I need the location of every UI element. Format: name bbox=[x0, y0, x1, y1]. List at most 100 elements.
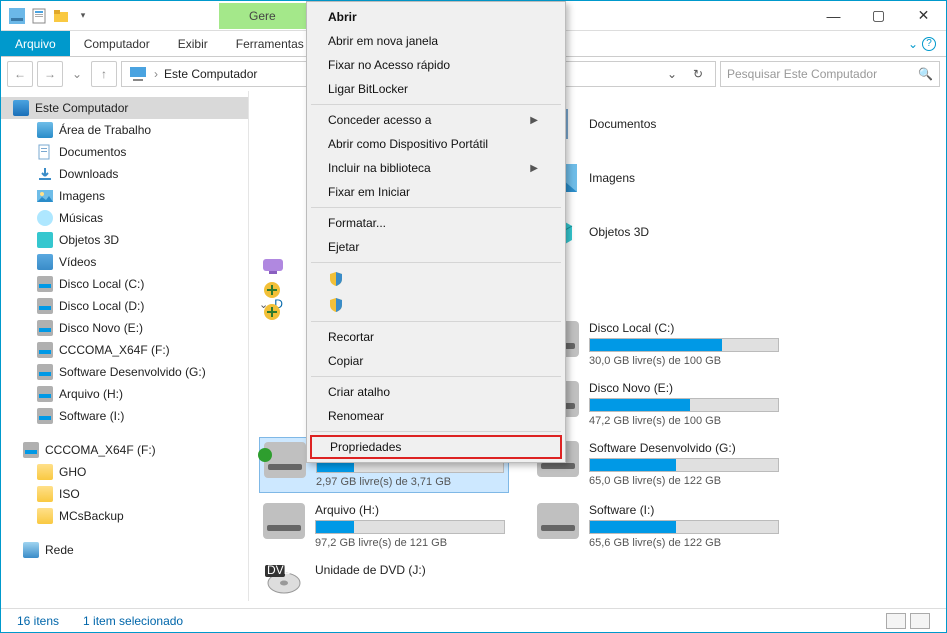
maximize-button[interactable]: ▢ bbox=[856, 1, 901, 31]
navigation-pane[interactable]: Este Computador Área de Trabalho Documen… bbox=[1, 91, 249, 601]
drive-icon bbox=[264, 442, 306, 478]
drive-info: 65,6 GB livre(s) de 122 GB bbox=[589, 537, 779, 549]
refresh-button[interactable]: ↻ bbox=[687, 67, 709, 81]
menu-shield-row[interactable] bbox=[310, 292, 562, 318]
tree-gho[interactable]: GHO bbox=[1, 461, 248, 483]
search-box[interactable]: 🔍 bbox=[720, 61, 940, 87]
forward-button[interactable]: → bbox=[37, 61, 63, 87]
tree-label: ISO bbox=[59, 487, 80, 501]
drive-item[interactable]: DVD Unidade de DVD (J:) bbox=[259, 559, 509, 601]
menu-separator bbox=[311, 207, 561, 208]
properties-qat-icon[interactable] bbox=[29, 6, 49, 26]
tree-desktop[interactable]: Área de Trabalho bbox=[1, 119, 248, 141]
menu-separator bbox=[311, 376, 561, 377]
close-button[interactable]: ✕ bbox=[901, 1, 946, 31]
tree-videos[interactable]: Vídeos bbox=[1, 251, 248, 273]
drive-icon bbox=[37, 364, 53, 380]
back-button[interactable]: ← bbox=[7, 61, 33, 87]
up-button[interactable]: ↑ bbox=[91, 61, 117, 87]
drive-item[interactable]: Software (I:)65,6 GB livre(s) de 122 GB bbox=[533, 499, 783, 553]
tree-documents[interactable]: Documentos bbox=[1, 141, 248, 163]
folder-3dobjects[interactable]: Objetos 3D bbox=[533, 207, 783, 257]
downloads-icon bbox=[37, 166, 53, 182]
tree-downloads[interactable]: Downloads bbox=[1, 163, 248, 185]
tree-drive-h[interactable]: Arquivo (H:) bbox=[1, 383, 248, 405]
tree-drive-i[interactable]: Software (I:) bbox=[1, 405, 248, 427]
tree-label: Este Computador bbox=[35, 101, 128, 115]
new-folder-qat-icon[interactable] bbox=[51, 6, 71, 26]
menu-create-shortcut[interactable]: Criar atalho bbox=[310, 380, 562, 404]
drive-item[interactable]: Arquivo (H:)97,2 GB livre(s) de 121 GB bbox=[259, 499, 509, 553]
tree-label: MCsBackup bbox=[59, 509, 124, 523]
breadcrumb[interactable]: Este Computador bbox=[164, 67, 257, 81]
menu-eject[interactable]: Ejetar bbox=[310, 235, 562, 259]
menu-bitlocker[interactable]: Ligar BitLocker bbox=[310, 77, 562, 101]
drive-item[interactable]: Software Desenvolvido (G:)65,0 GB livre(… bbox=[533, 437, 783, 493]
tree-this-pc[interactable]: Este Computador bbox=[1, 97, 248, 119]
tree-usb-drive[interactable]: CCCOMA_X64F (F:) bbox=[1, 439, 248, 461]
tab-file[interactable]: Arquivo bbox=[1, 31, 70, 56]
menu-pin-start[interactable]: Fixar em Iniciar bbox=[310, 180, 562, 204]
menu-rename[interactable]: Renomear bbox=[310, 404, 562, 428]
drive-item[interactable]: Disco Novo (E:)47,2 GB livre(s) de 100 G… bbox=[533, 377, 783, 431]
drive-name: Unidade de DVD (J:) bbox=[315, 563, 505, 577]
folder-pictures[interactable]: Imagens bbox=[533, 153, 783, 203]
menu-grant-access[interactable]: Conceder acesso a▶ bbox=[310, 108, 562, 132]
tree-label: Software (I:) bbox=[59, 409, 124, 423]
folder-icon bbox=[37, 486, 53, 502]
menu-pin-quickaccess[interactable]: Fixar no Acesso rápido bbox=[310, 53, 562, 77]
ribbon-expand[interactable]: ⌄ ? bbox=[898, 31, 946, 56]
minimize-button[interactable]: — bbox=[811, 1, 856, 31]
drive-icon bbox=[37, 320, 53, 336]
videos-icon bbox=[37, 254, 53, 270]
desktop-icon bbox=[37, 122, 53, 138]
tree-iso[interactable]: ISO bbox=[1, 483, 248, 505]
menu-cut[interactable]: Recortar bbox=[310, 325, 562, 349]
menu-format[interactable]: Formatar... bbox=[310, 211, 562, 235]
tab-view[interactable]: Exibir bbox=[164, 31, 222, 56]
drive-icon bbox=[263, 503, 305, 539]
tree-label: Objetos 3D bbox=[59, 233, 119, 247]
tree-network[interactable]: Rede bbox=[1, 539, 248, 561]
menu-open-portable[interactable]: Abrir como Dispositivo Portátil bbox=[310, 132, 562, 156]
drive-item[interactable]: Disco Local (C:)30,0 GB livre(s) de 100 … bbox=[533, 317, 783, 371]
usb-drive-icon bbox=[23, 442, 39, 458]
tree-label: Músicas bbox=[59, 211, 103, 225]
address-dropdown-icon[interactable]: ⌄ bbox=[661, 67, 683, 81]
tree-pictures[interactable]: Imagens bbox=[1, 185, 248, 207]
drive-name: Software Desenvolvido (G:) bbox=[589, 441, 779, 455]
menu-properties[interactable]: Propriedades bbox=[310, 435, 562, 459]
menu-open[interactable]: Abrir bbox=[310, 5, 562, 29]
tree-drive-g[interactable]: Software Desenvolvido (G:) bbox=[1, 361, 248, 383]
folder-icon bbox=[37, 464, 53, 480]
manage-ribbon-tab[interactable]: Gere bbox=[219, 3, 306, 29]
tree-mcsbackup[interactable]: MCsBackup bbox=[1, 505, 248, 527]
submenu-arrow-icon: ▶ bbox=[530, 115, 538, 126]
tab-computer[interactable]: Computador bbox=[70, 31, 164, 56]
recent-locations-button[interactable]: ⌄ bbox=[67, 64, 87, 84]
tree-drive-c[interactable]: Disco Local (C:) bbox=[1, 273, 248, 295]
menu-include-library[interactable]: Incluir na biblioteca▶ bbox=[310, 156, 562, 180]
tree-music[interactable]: Músicas bbox=[1, 207, 248, 229]
drive-icon bbox=[37, 276, 53, 292]
tree-3dobjects[interactable]: Objetos 3D bbox=[1, 229, 248, 251]
details-view-button[interactable] bbox=[886, 613, 906, 629]
drive-info: 2,97 GB livre(s) de 3,71 GB bbox=[316, 476, 504, 488]
tab-tools[interactable]: Ferramentas bbox=[222, 31, 318, 56]
menu-copy[interactable]: Copiar bbox=[310, 349, 562, 373]
app-icon bbox=[7, 6, 27, 26]
menu-open-new-window[interactable]: Abrir em nova janela bbox=[310, 29, 562, 53]
tree-drive-f[interactable]: CCCOMA_X64F (F:) bbox=[1, 339, 248, 361]
menu-shield-row[interactable] bbox=[310, 266, 562, 292]
tree-drive-e[interactable]: Disco Novo (E:) bbox=[1, 317, 248, 339]
tree-label: Disco Local (C:) bbox=[59, 277, 144, 291]
qat-dropdown-icon[interactable]: ▾ bbox=[73, 6, 93, 26]
dvd-icon: DVD bbox=[263, 563, 305, 599]
submenu-arrow-icon: ▶ bbox=[530, 163, 538, 174]
icons-view-button[interactable] bbox=[910, 613, 930, 629]
search-input[interactable] bbox=[727, 67, 918, 81]
pc-icon bbox=[13, 100, 29, 116]
tree-drive-d[interactable]: Disco Local (D:) bbox=[1, 295, 248, 317]
folder-documents[interactable]: Documentos bbox=[533, 99, 783, 149]
drive-name: Disco Local (C:) bbox=[589, 321, 779, 335]
